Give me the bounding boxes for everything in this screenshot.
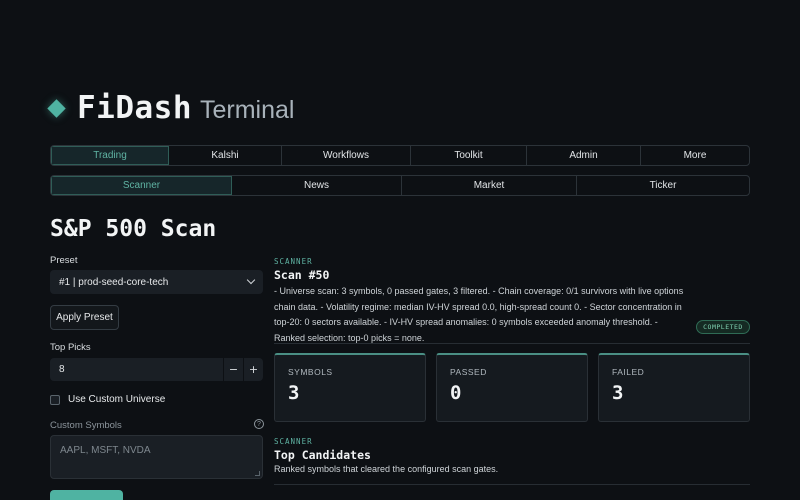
stat-value: 3 bbox=[288, 382, 300, 404]
page-title: S&P 500 Scan bbox=[50, 216, 217, 242]
preset-select[interactable]: #1 | prod-seed-core-tech bbox=[50, 270, 263, 294]
status-badge: COMPLETED bbox=[696, 320, 750, 334]
tab-trading[interactable]: Trading bbox=[51, 146, 169, 165]
help-circle-icon[interactable]: ? bbox=[254, 419, 264, 429]
candidates-section-tag: SCANNER bbox=[274, 437, 313, 446]
divider bbox=[274, 343, 750, 344]
stat-value: 3 bbox=[612, 382, 624, 404]
apply-preset-button[interactable]: Apply Preset bbox=[50, 305, 119, 330]
brand-subtitle: Terminal bbox=[199, 96, 295, 124]
stat-label: SYMBOLS bbox=[288, 367, 333, 377]
scan-title: Scan #50 bbox=[274, 268, 330, 282]
candidates-title: Top Candidates bbox=[274, 448, 371, 462]
resize-handle[interactable] bbox=[255, 471, 260, 476]
chevron-down-icon bbox=[246, 275, 256, 285]
stat-label: PASSED bbox=[450, 367, 487, 377]
tab-scanner[interactable]: Scanner bbox=[51, 176, 232, 195]
divider bbox=[274, 484, 750, 485]
stat-label: FAILED bbox=[612, 367, 645, 377]
custom-universe-checkbox[interactable] bbox=[50, 394, 60, 405]
preset-value: #1 | prod-seed-core-tech bbox=[59, 276, 169, 288]
top-picks-stepper: 8 − + bbox=[50, 358, 263, 381]
secondary-tabs: Scanner News Market Ticker bbox=[50, 175, 750, 196]
top-picks-label: Top Picks bbox=[50, 342, 91, 353]
stat-card-passed: PASSED 0 bbox=[436, 353, 588, 422]
stat-card-symbols: SYMBOLS 3 bbox=[274, 353, 426, 422]
custom-symbols-input[interactable]: AAPL, MSFT, NVDA bbox=[50, 435, 263, 479]
tab-toolkit[interactable]: Toolkit bbox=[411, 146, 527, 165]
custom-universe-label: Use Custom Universe bbox=[68, 394, 166, 405]
preset-label: Preset bbox=[50, 255, 78, 266]
increment-button[interactable]: + bbox=[243, 358, 263, 381]
decrement-button[interactable]: − bbox=[223, 358, 243, 381]
tab-workflows[interactable]: Workflows bbox=[282, 146, 411, 165]
custom-symbols-placeholder: AAPL, MSFT, NVDA bbox=[60, 445, 151, 456]
custom-symbols-label: Custom Symbols bbox=[50, 420, 122, 431]
custom-universe-row[interactable]: Use Custom Universe bbox=[50, 394, 165, 405]
candidates-subtitle: Ranked symbols that cleared the configur… bbox=[274, 464, 499, 474]
tab-more[interactable]: More bbox=[641, 146, 749, 165]
scan-section-tag: SCANNER bbox=[274, 257, 313, 266]
brand: FiDash Terminal bbox=[47, 90, 295, 126]
tab-news[interactable]: News bbox=[232, 176, 402, 195]
primary-tabs: Trading Kalshi Workflows Toolkit Admin M… bbox=[50, 145, 750, 166]
diamond-icon bbox=[47, 99, 66, 118]
tab-ticker[interactable]: Ticker bbox=[577, 176, 749, 195]
brand-name: FiDash bbox=[77, 90, 192, 126]
stat-value: 0 bbox=[450, 382, 462, 404]
tab-kalshi[interactable]: Kalshi bbox=[169, 146, 282, 165]
stat-card-failed: FAILED 3 bbox=[598, 353, 750, 422]
scan-summary: - Universe scan: 3 symbols, 0 passed gat… bbox=[274, 286, 684, 343]
run-scan-button[interactable] bbox=[50, 490, 123, 500]
tab-admin[interactable]: Admin bbox=[527, 146, 641, 165]
tab-market[interactable]: Market bbox=[402, 176, 577, 195]
top-picks-input[interactable]: 8 bbox=[50, 364, 223, 375]
